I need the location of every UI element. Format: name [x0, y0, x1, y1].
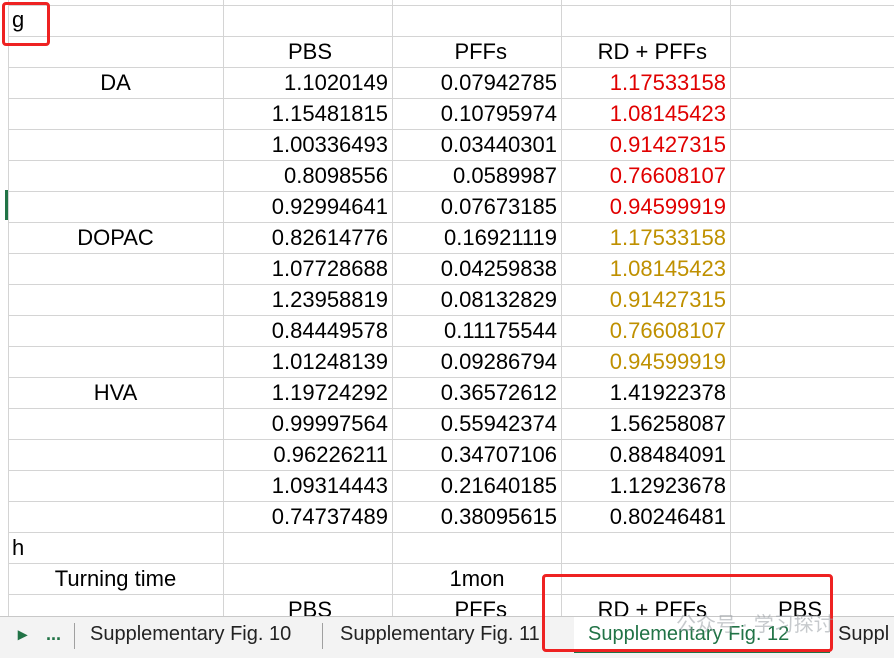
cell-rd-pffs[interactable]: 1.08145423 — [562, 98, 726, 129]
cell-pffs[interactable]: 0.10795974 — [393, 98, 557, 129]
cell-pffs[interactable]: 0.03440301 — [393, 129, 557, 160]
cell-pffs[interactable]: 0.08132829 — [393, 284, 557, 315]
cell-pbs[interactable]: 0.74737489 — [224, 501, 388, 532]
cell-rd-pffs[interactable]: 0.91427315 — [562, 129, 726, 160]
cell-pbs[interactable]: 1.09314443 — [224, 470, 388, 501]
cell-pbs[interactable]: 1.15481815 — [224, 98, 388, 129]
group-label-dopac[interactable]: DOPAC — [8, 222, 223, 253]
cell-rd-pffs[interactable]: 1.08145423 — [562, 253, 726, 284]
highlight-box-g — [2, 2, 50, 46]
cell-pbs[interactable]: 0.8098556 — [224, 160, 388, 191]
cell-rd-pffs[interactable]: 1.56258087 — [562, 408, 726, 439]
cell-pbs[interactable]: 0.96226211 — [224, 439, 388, 470]
section-label-h[interactable]: h — [12, 532, 24, 563]
cell-pffs[interactable]: 0.09286794 — [393, 346, 557, 377]
cell-pffs[interactable]: 0.0589987 — [393, 160, 557, 191]
group-label-da[interactable]: DA — [8, 67, 223, 98]
cell-rd-pffs[interactable]: 0.76608107 — [562, 160, 726, 191]
cell-pbs[interactable]: 1.00336493 — [224, 129, 388, 160]
tab-scroll-next-icon[interactable]: ▸ — [18, 617, 27, 653]
cell-pbs[interactable]: 0.82614776 — [224, 222, 388, 253]
tab-supplementary-fig-10[interactable]: Supplementary Fig. 10 — [90, 617, 320, 653]
cell-rd-pffs[interactable]: 1.17533158 — [562, 67, 726, 98]
cell-rd-pffs[interactable]: 0.80246481 — [562, 501, 726, 532]
header-pffs[interactable]: PFFs — [393, 36, 507, 67]
active-row-marker — [5, 190, 8, 220]
watermark-text: 公众号 · 学习探讨 — [676, 614, 834, 636]
tab-overflow-button[interactable]: ... — [46, 617, 61, 653]
cell-pbs[interactable]: 0.99997564 — [224, 408, 388, 439]
cell-pffs[interactable]: 0.36572612 — [393, 377, 557, 408]
bottom-header-pbs[interactable]: PBS — [224, 594, 332, 616]
cell-pffs[interactable]: 0.21640185 — [393, 470, 557, 501]
cell-rd-pffs[interactable]: 1.12923678 — [562, 470, 726, 501]
cell-pffs[interactable]: 0.38095615 — [393, 501, 557, 532]
tab-separator — [74, 623, 75, 649]
cell-rd-pffs[interactable]: 0.88484091 — [562, 439, 726, 470]
bottom-header-pffs[interactable]: PFFs — [393, 594, 507, 616]
cell-pbs[interactable]: 0.84449578 — [224, 315, 388, 346]
cell-pffs[interactable]: 0.07942785 — [393, 67, 557, 98]
cell-pbs[interactable]: 1.07728688 — [224, 253, 388, 284]
cell-pbs[interactable]: 1.23958819 — [224, 284, 388, 315]
header-pbs[interactable]: PBS — [224, 36, 332, 67]
cell-rd-pffs[interactable]: 0.94599919 — [562, 191, 726, 222]
cell-pffs[interactable]: 0.07673185 — [393, 191, 557, 222]
cell-pffs[interactable]: 0.04259838 — [393, 253, 557, 284]
cell-pbs[interactable]: 0.92994641 — [224, 191, 388, 222]
tab-supplementary-partial[interactable]: Suppl — [838, 617, 894, 653]
turning-time-value[interactable]: 1mon — [393, 563, 561, 594]
cell-pffs[interactable]: 0.11175544 — [393, 315, 557, 346]
header-rd-pffs[interactable]: RD + PFFs — [562, 36, 707, 67]
cell-pffs[interactable]: 0.55942374 — [393, 408, 557, 439]
spreadsheet-grid[interactable]: g PBS PFFs RD + PFFs DA DOPAC HVA 1.1020… — [0, 0, 894, 616]
cell-pffs[interactable]: 0.16921119 — [393, 222, 557, 253]
cell-rd-pffs[interactable]: 0.91427315 — [562, 284, 726, 315]
cell-pbs[interactable]: 1.19724292 — [224, 377, 388, 408]
cell-rd-pffs[interactable]: 1.17533158 — [562, 222, 726, 253]
cell-pbs[interactable]: 1.1020149 — [224, 67, 388, 98]
cell-pffs[interactable]: 0.34707106 — [393, 439, 557, 470]
tab-supplementary-fig-11[interactable]: Supplementary Fig. 11 — [340, 617, 562, 653]
cell-pbs[interactable]: 1.01248139 — [224, 346, 388, 377]
row-divider — [0, 532, 894, 533]
tab-separator — [322, 623, 323, 649]
cell-rd-pffs[interactable]: 0.94599919 — [562, 346, 726, 377]
row-divider — [0, 5, 894, 6]
turning-time-label[interactable]: Turning time — [8, 563, 223, 594]
cell-rd-pffs[interactable]: 1.41922378 — [562, 377, 726, 408]
group-label-hva[interactable]: HVA — [8, 377, 223, 408]
column-divider — [730, 0, 731, 616]
cell-rd-pffs[interactable]: 0.76608107 — [562, 315, 726, 346]
